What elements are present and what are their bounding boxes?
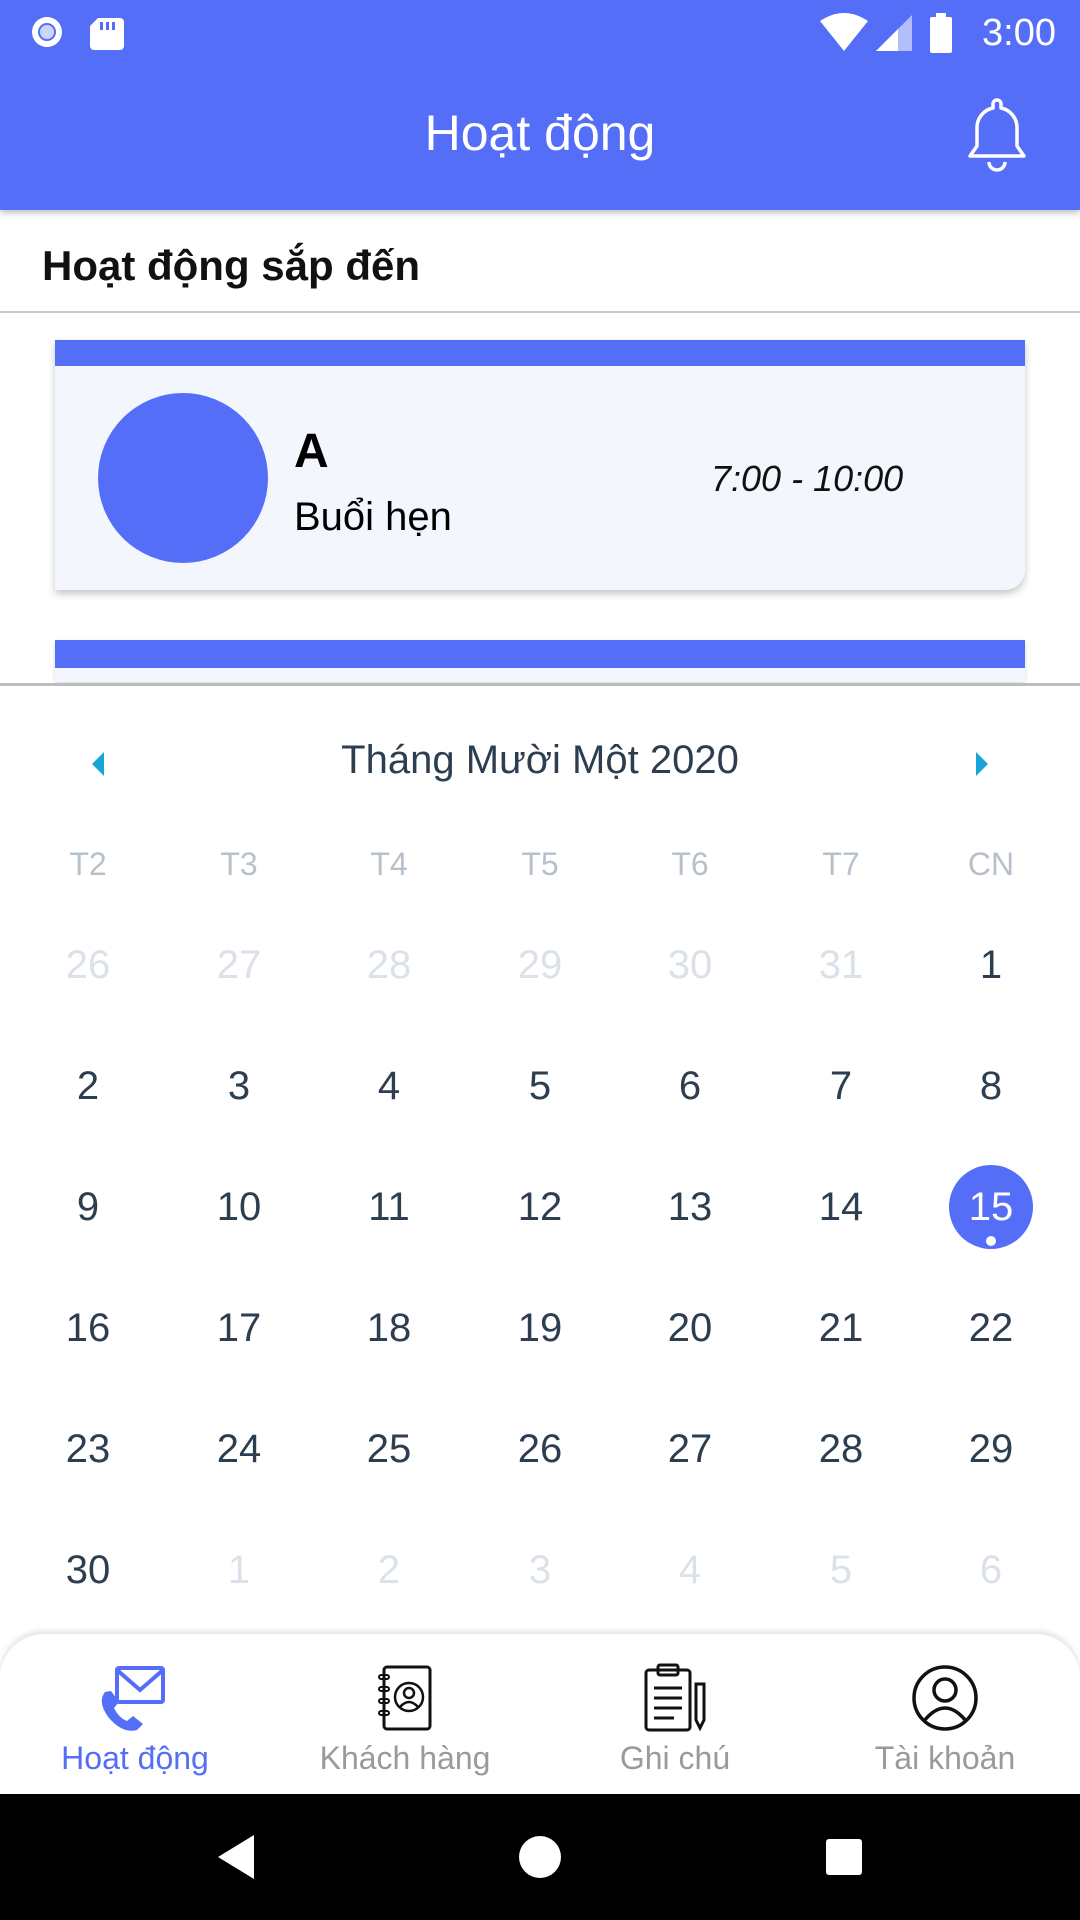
calendar-day[interactable]: 3 bbox=[189, 1044, 289, 1128]
calendar-day[interactable]: 12 bbox=[490, 1165, 590, 1249]
calendar-day[interactable]: 24 bbox=[189, 1407, 289, 1491]
calendar-day[interactable]: 16 bbox=[38, 1286, 138, 1370]
calendar: Tháng Mười Một 2020 T2 T3 T4 T5 T6 T7 CN… bbox=[0, 686, 1080, 1634]
bell-icon[interactable] bbox=[966, 96, 1028, 174]
calendar-day[interactable]: 20 bbox=[640, 1286, 740, 1370]
status-time: 3:00 bbox=[982, 11, 1056, 54]
card-time-range: 7:00 - 10:00 bbox=[711, 458, 904, 499]
recents-button[interactable] bbox=[814, 1827, 874, 1887]
calendar-day[interactable]: 17 bbox=[189, 1286, 289, 1370]
notification-dot-icon bbox=[32, 17, 62, 47]
back-button[interactable] bbox=[206, 1827, 266, 1887]
calendar-day-outside[interactable]: 27 bbox=[189, 923, 289, 1007]
calendar-day[interactable]: 18 bbox=[339, 1286, 439, 1370]
battery-icon bbox=[930, 13, 953, 53]
page-title: Hoạt động bbox=[424, 105, 656, 161]
calendar-day-outside[interactable]: 26 bbox=[38, 923, 138, 1007]
nav-item-notes[interactable]: Ghi chú bbox=[540, 1634, 810, 1794]
calendar-day[interactable]: 8 bbox=[941, 1044, 1041, 1128]
divider bbox=[0, 683, 1080, 686]
app-bar: 3:00 Hoạt động bbox=[0, 0, 1080, 210]
card-accent-band bbox=[55, 340, 1025, 366]
calendar-day[interactable]: 13 bbox=[640, 1165, 740, 1249]
home-button[interactable] bbox=[510, 1827, 570, 1887]
avatar bbox=[98, 393, 268, 563]
wifi-icon bbox=[820, 13, 869, 51]
nav-label: Tài khoản bbox=[874, 1740, 1016, 1776]
card-accent-band bbox=[55, 640, 1025, 668]
calendar-day[interactable]: 26 bbox=[490, 1407, 590, 1491]
calendar-day-outside[interactable]: 3 bbox=[490, 1528, 590, 1612]
calendar-day[interactable]: 10 bbox=[189, 1165, 289, 1249]
calendar-day-outside[interactable]: 1 bbox=[189, 1528, 289, 1612]
calendar-day-outside[interactable]: 29 bbox=[490, 923, 590, 1007]
calendar-day-outside[interactable]: 6 bbox=[941, 1528, 1041, 1612]
calendar-day[interactable]: 21 bbox=[791, 1286, 891, 1370]
event-indicator-dot bbox=[986, 1236, 996, 1246]
status-left-icons bbox=[28, 14, 138, 59]
clipboard-icon bbox=[540, 1658, 810, 1738]
sd-card-icon bbox=[90, 18, 124, 50]
nav-item-account[interactable]: Tài khoản bbox=[810, 1634, 1080, 1794]
calendar-day[interactable]: 28 bbox=[791, 1407, 891, 1491]
calendar-day[interactable]: 30 bbox=[38, 1528, 138, 1612]
calendar-day-outside[interactable]: 30 bbox=[640, 923, 740, 1007]
bottom-navigation: Hoạt động Khách hàng Ghi chú Tài khoản bbox=[0, 1634, 1080, 1794]
nav-label: Hoạt động bbox=[61, 1740, 209, 1776]
signal-icon bbox=[876, 15, 913, 51]
divider bbox=[0, 311, 1080, 313]
calendar-day[interactable]: 27 bbox=[640, 1407, 740, 1491]
card-customer-name: A bbox=[294, 425, 329, 478]
activity-card-partial[interactable] bbox=[55, 640, 1025, 682]
calendar-day[interactable]: 2 bbox=[38, 1044, 138, 1128]
calendar-day[interactable]: 9 bbox=[38, 1165, 138, 1249]
calendar-grid: 26 27 28 29 30 31 1 2 3 4 5 6 7 8 9 10 1… bbox=[0, 686, 1080, 1634]
card-activity-type: Buổi hẹn bbox=[294, 495, 452, 539]
calendar-day[interactable]: 22 bbox=[941, 1286, 1041, 1370]
status-right-icons: 3:00 bbox=[818, 8, 1056, 58]
nav-item-activities[interactable]: Hoạt động bbox=[0, 1634, 270, 1794]
calendar-day[interactable]: 4 bbox=[339, 1044, 439, 1128]
calendar-day[interactable]: 1 bbox=[941, 923, 1041, 1007]
calendar-day[interactable]: 25 bbox=[339, 1407, 439, 1491]
calendar-day[interactable]: 11 bbox=[339, 1165, 439, 1249]
nav-label: Ghi chú bbox=[619, 1740, 731, 1776]
calendar-day-outside[interactable]: 2 bbox=[339, 1528, 439, 1612]
nav-item-customers[interactable]: Khách hàng bbox=[270, 1634, 540, 1794]
activity-card[interactable]: A Buổi hẹn 7:00 - 10:00 bbox=[55, 340, 1025, 590]
calendar-day[interactable]: 5 bbox=[490, 1044, 590, 1128]
calendar-day[interactable]: 6 bbox=[640, 1044, 740, 1128]
home-circle-icon bbox=[519, 1836, 561, 1878]
status-bar: 3:00 bbox=[0, 0, 1080, 64]
back-triangle-icon bbox=[218, 1835, 254, 1879]
nav-label: Khách hàng bbox=[319, 1740, 491, 1776]
calendar-day[interactable]: 23 bbox=[38, 1407, 138, 1491]
upcoming-section-title: Hoạt động sắp đến bbox=[42, 242, 420, 289]
system-navigation-bar bbox=[0, 1794, 1080, 1920]
phone-mail-icon bbox=[0, 1658, 270, 1738]
user-circle-icon bbox=[810, 1658, 1080, 1738]
calendar-day-outside[interactable]: 28 bbox=[339, 923, 439, 1007]
calendar-day-outside[interactable]: 4 bbox=[640, 1528, 740, 1612]
calendar-day[interactable]: 19 bbox=[490, 1286, 590, 1370]
contact-book-icon bbox=[270, 1658, 540, 1738]
calendar-day[interactable]: 14 bbox=[791, 1165, 891, 1249]
calendar-day[interactable]: 7 bbox=[791, 1044, 891, 1128]
calendar-day[interactable]: 29 bbox=[941, 1407, 1041, 1491]
recents-square-icon bbox=[826, 1839, 862, 1875]
calendar-day-outside[interactable]: 31 bbox=[791, 923, 891, 1007]
calendar-day-outside[interactable]: 5 bbox=[791, 1528, 891, 1612]
